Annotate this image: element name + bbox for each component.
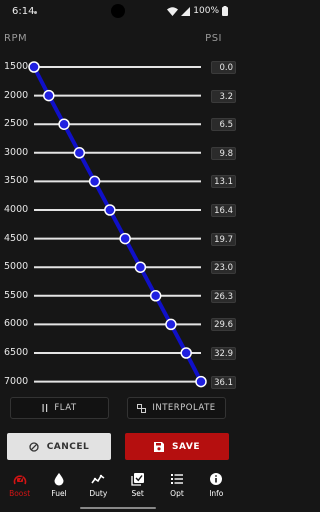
nav-label-set: Set	[131, 489, 144, 498]
interpolate-label: INTERPOLATE	[152, 403, 216, 413]
slider-handle[interactable]	[43, 89, 55, 102]
rpm-label: 4500	[4, 232, 29, 244]
nav-label-duty: Duty	[89, 489, 108, 498]
rpm-label: 6000	[4, 318, 29, 330]
rpm-label: 1500	[4, 61, 29, 72]
psi-value-field[interactable]: 6.5	[211, 118, 236, 132]
nav-item-opt[interactable]: Opt	[157, 469, 196, 503]
rpm-label: 6500	[4, 347, 29, 358]
slider-handle[interactable]	[149, 290, 162, 302]
psi-value-field[interactable]: 19.7	[211, 232, 236, 246]
boost-curve-line	[32, 66, 203, 383]
rpm-label: 5500	[4, 289, 29, 301]
psi-value-field[interactable]: 0.0	[211, 61, 236, 74]
info-icon	[210, 473, 223, 485]
boost-curve-editor[interactable]	[0, 0, 236, 392]
slider-handle[interactable]	[180, 347, 192, 359]
options-list-icon	[170, 474, 183, 484]
slider-handle[interactable]	[88, 175, 101, 188]
psi-value-field[interactable]: 36.1	[211, 375, 236, 389]
save-button[interactable]: SAVE	[125, 433, 229, 460]
interpolate-icon	[137, 403, 147, 413]
flat-icon	[42, 404, 48, 412]
nav-item-set[interactable]: Set	[118, 469, 157, 503]
nav-item-duty[interactable]: Duty	[79, 469, 118, 503]
rpm-label: 3500	[4, 175, 29, 187]
cancel-button[interactable]: CANCEL	[7, 433, 111, 460]
nav-item-fuel[interactable]: Fuel	[39, 469, 78, 503]
rpm-label: 2000	[4, 89, 29, 101]
fuel-drop-icon	[54, 473, 64, 486]
set-checkbox-icon	[130, 473, 144, 486]
save-label: SAVE	[172, 441, 200, 452]
cancel-label: CANCEL	[46, 441, 90, 452]
psi-value-field[interactable]: 26.3	[211, 289, 236, 303]
slider-handle[interactable]	[134, 261, 147, 273]
save-icon	[154, 441, 165, 452]
bottom-nav: Boost Fuel Duty Set Opt Info	[0, 469, 236, 503]
slider-handle[interactable]	[119, 232, 131, 245]
interpolate-button[interactable]: INTERPOLATE	[127, 397, 226, 419]
nav-item-boost[interactable]: Boost	[0, 469, 39, 503]
boost-icon	[13, 475, 26, 485]
rpm-label: 3000	[4, 146, 29, 158]
slider-handle[interactable]	[104, 204, 116, 216]
nav-label-boost: Boost	[9, 489, 31, 498]
cancel-icon	[29, 441, 39, 452]
nav-label-fuel: Fuel	[51, 489, 67, 498]
slider-handle[interactable]	[73, 147, 86, 159]
psi-value-field[interactable]: 23.0	[211, 261, 236, 275]
psi-value-field[interactable]: 16.4	[211, 204, 236, 217]
psi-value-field[interactable]: 3.2	[211, 89, 236, 103]
duty-chart-icon	[91, 474, 105, 484]
psi-value-field[interactable]: 29.6	[211, 318, 236, 332]
psi-value-field[interactable]: 13.1	[211, 175, 236, 189]
nav-item-info[interactable]: Info	[197, 469, 236, 503]
flat-button[interactable]: FLAT	[10, 397, 109, 419]
rpm-label: 4000	[4, 204, 29, 215]
rpm-label: 5000	[4, 261, 29, 273]
slider-handle[interactable]	[195, 375, 207, 388]
psi-value-field[interactable]: 9.8	[211, 146, 236, 160]
slider-handle[interactable]	[58, 118, 70, 130]
rpm-label: 7000	[4, 375, 29, 387]
rpm-label: 2500	[4, 118, 29, 130]
slider-handle[interactable]	[28, 61, 40, 73]
slider-handle[interactable]	[165, 318, 177, 331]
nav-label-info: Info	[209, 489, 224, 498]
home-indicator	[80, 507, 156, 509]
nav-label-opt: Opt	[170, 489, 184, 498]
flat-label: FLAT	[54, 403, 77, 413]
psi-value-field[interactable]: 32.9	[211, 347, 236, 360]
